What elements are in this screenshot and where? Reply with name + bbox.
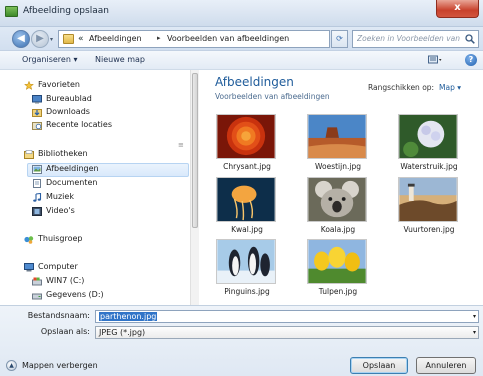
file-list: Afbeeldingen Voorbeelden van afbeeldinge… bbox=[200, 70, 483, 305]
filetype-dropdown[interactable]: ▾ bbox=[473, 329, 476, 336]
scrollbar-thumb[interactable] bbox=[192, 73, 198, 228]
nav-item-label: WIN7 (C:) bbox=[46, 276, 85, 285]
arrange-by-label: Rangschikken op: bbox=[368, 83, 435, 92]
nav-item-label: Recente locaties bbox=[46, 120, 112, 129]
chrysanthemum-thumbnail bbox=[216, 114, 276, 159]
hydrangea-thumbnail bbox=[398, 114, 458, 159]
arrange-by-dropdown[interactable]: Map ▾ bbox=[439, 83, 461, 92]
library-title: Afbeeldingen bbox=[215, 75, 294, 89]
filename-dropdown[interactable]: ▾ bbox=[473, 313, 476, 320]
music-library-icon bbox=[33, 193, 42, 202]
nav-computer-label: Computer bbox=[38, 262, 78, 271]
desktop-icon bbox=[32, 95, 42, 104]
desert-thumbnail bbox=[307, 114, 367, 159]
refresh-button[interactable]: ⟳ bbox=[331, 30, 348, 48]
navigation-scrollbar[interactable] bbox=[190, 70, 199, 305]
breadcrumb-afbeeldingen[interactable]: Afbeeldingen bbox=[89, 34, 142, 43]
app-icon bbox=[5, 6, 18, 17]
file-name: Vuurtoren.jpg bbox=[403, 225, 455, 234]
file-name: Tulpen.jpg bbox=[318, 287, 358, 296]
search-placeholder: Zoeken in Voorbeelden van af... bbox=[357, 34, 462, 43]
documents-library-icon bbox=[33, 179, 41, 188]
save-button[interactable]: Opslaan bbox=[350, 357, 408, 374]
breadcrumb-overflow[interactable]: « bbox=[78, 34, 84, 44]
nav-item-label: Video's bbox=[46, 206, 75, 215]
homegroup-icon bbox=[24, 236, 34, 244]
navigation-pane: Favorieten Bureaublad Downloads Recente … bbox=[0, 70, 199, 305]
filename-field[interactable]: parthenon.jpg ▾ bbox=[95, 310, 479, 323]
jellyfish-thumbnail bbox=[216, 177, 276, 222]
hide-folders-label[interactable]: Mappen verbergen bbox=[22, 361, 98, 370]
organize-menu[interactable]: Organiseren ▾ bbox=[22, 55, 77, 64]
system-drive-icon bbox=[32, 277, 42, 286]
breadcrumb-separator[interactable]: ▸ bbox=[157, 34, 161, 42]
search-icon[interactable] bbox=[465, 34, 475, 44]
pictures-library-icon bbox=[32, 165, 42, 174]
address-row: ◀ ▶ ▾ « Afbeeldingen ▸ Voorbeelden van a… bbox=[0, 27, 483, 51]
forward-button[interactable]: ▶ bbox=[31, 30, 49, 48]
file-name: Kwal.jpg bbox=[231, 225, 263, 234]
downloads-folder-icon bbox=[32, 109, 42, 117]
filetype-select[interactable]: JPEG (*.jpg) ▾ bbox=[95, 326, 479, 339]
view-options-icon[interactable] bbox=[428, 55, 442, 65]
library-subtitle: Voorbeelden van afbeeldingen bbox=[215, 92, 330, 101]
nav-item-label: Documenten bbox=[46, 178, 98, 187]
filename-value: parthenon.jpg bbox=[99, 312, 158, 321]
nav-item-label: Afbeeldingen bbox=[46, 164, 99, 173]
address-bar[interactable]: « Afbeeldingen ▸ Voorbeelden van afbeeld… bbox=[58, 30, 385, 48]
lighthouse-thumbnail bbox=[398, 177, 458, 222]
file-name: Waterstruik.jpg bbox=[400, 162, 458, 171]
nav-item-label: Downloads bbox=[46, 107, 90, 116]
star-icon bbox=[24, 81, 34, 90]
folder-icon bbox=[63, 34, 74, 44]
libraries-icon bbox=[24, 150, 34, 159]
computer-icon bbox=[24, 263, 34, 272]
back-button[interactable]: ◀ bbox=[12, 30, 30, 48]
nav-libraries-label: Bibliotheken bbox=[38, 149, 88, 158]
drive-icon bbox=[32, 293, 42, 300]
koala-thumbnail bbox=[307, 177, 367, 222]
cancel-button[interactable]: Annuleren bbox=[416, 357, 476, 374]
nav-homegroup-label: Thuisgroep bbox=[38, 234, 83, 243]
window-title: Afbeelding opslaan bbox=[23, 6, 109, 16]
file-name: Pinguins.jpg bbox=[224, 287, 270, 296]
recent-places-icon bbox=[32, 122, 42, 130]
close-button[interactable]: x bbox=[436, 0, 479, 18]
tulips-thumbnail bbox=[307, 239, 367, 284]
nav-item-label: Gegevens (D:) bbox=[46, 290, 104, 299]
filetype-value: JPEG (*.jpg) bbox=[99, 328, 146, 337]
videos-library-icon bbox=[32, 207, 42, 216]
filename-label: Bestandsnaam: bbox=[27, 311, 90, 320]
nav-item-label: Bureaublad bbox=[46, 94, 92, 103]
save-image-dialog: Afbeelding opslaan x ◀ ▶ ▾ « Afbeeldinge… bbox=[0, 0, 483, 376]
recent-pages-dropdown[interactable]: ▾ bbox=[50, 36, 53, 43]
new-folder-button[interactable]: Nieuwe map bbox=[95, 55, 145, 64]
help-button[interactable]: ? bbox=[465, 54, 477, 66]
nav-favorites-label: Favorieten bbox=[38, 80, 80, 89]
filetype-label: Opslaan als: bbox=[40, 327, 90, 336]
penguins-thumbnail bbox=[216, 239, 276, 284]
search-input[interactable]: Zoeken in Voorbeelden van af... bbox=[352, 30, 479, 48]
nav-item-label: Muziek bbox=[46, 192, 74, 201]
file-name: Chrysant.jpg bbox=[223, 162, 271, 171]
command-bar: Organiseren ▾ Nieuwe map ? bbox=[0, 51, 483, 70]
title-bar: Afbeelding opslaan x bbox=[0, 0, 483, 27]
pane-splitter-grip[interactable]: ≡ bbox=[178, 141, 184, 149]
file-name: Koala.jpg bbox=[320, 225, 356, 234]
hide-folders-toggle[interactable]: ▲ bbox=[6, 360, 17, 371]
file-name: Woestijn.jpg bbox=[315, 162, 361, 171]
breadcrumb-voorbeelden[interactable]: Voorbeelden van afbeeldingen bbox=[167, 34, 289, 43]
save-form: Bestandsnaam: parthenon.jpg ▾ Opslaan al… bbox=[0, 305, 483, 376]
